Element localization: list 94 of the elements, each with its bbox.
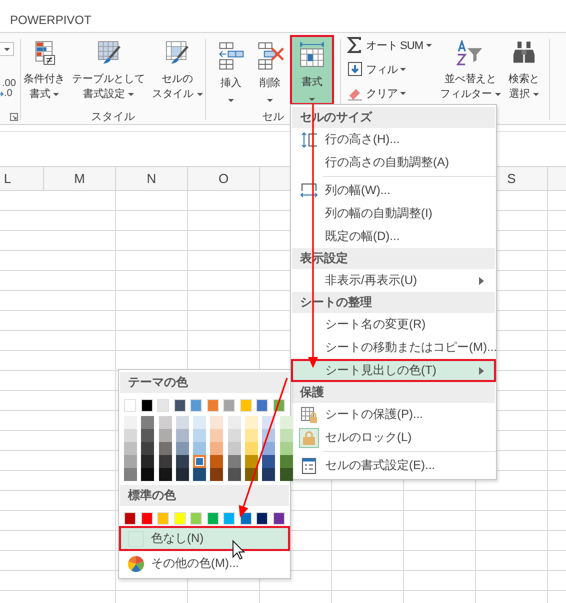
column-header[interactable]: L	[0, 167, 44, 190]
color-swatch[interactable]	[141, 468, 154, 481]
color-swatch[interactable]	[210, 455, 224, 468]
menu-item[interactable]: セルの書式設定(E)...	[291, 454, 496, 477]
color-swatch[interactable]	[210, 442, 224, 455]
sigma-icon	[346, 37, 363, 53]
color-swatch[interactable]	[245, 455, 258, 468]
menu-item[interactable]: シート見出しの色(T)	[291, 359, 496, 382]
dialog-launcher-icon[interactable]	[10, 113, 18, 121]
color-swatch[interactable]	[176, 416, 189, 429]
color-swatch[interactable]	[158, 442, 172, 455]
color-wheel-icon	[128, 556, 144, 572]
menu-section-header: 標準の色	[120, 485, 289, 506]
mouse-pointer-icon	[232, 540, 246, 560]
menu-item[interactable]: セルのロック(L)	[291, 426, 496, 449]
dropdown-field[interactable]	[0, 42, 14, 56]
color-swatch[interactable]	[245, 429, 258, 442]
ribbon-button[interactable]: オート SUM	[346, 35, 432, 55]
ribbon-button[interactable]: 書式	[290, 35, 334, 105]
ribbon-button[interactable]: クリア	[346, 83, 432, 103]
color-swatch[interactable]	[124, 429, 137, 442]
color-swatch[interactable]	[280, 416, 293, 429]
menu-item[interactable]: シート名の変更(R)	[291, 313, 496, 336]
color-swatch[interactable]	[228, 455, 241, 468]
decimal-label[interactable]: .00	[2, 79, 16, 89]
color-swatch[interactable]	[280, 468, 293, 481]
color-swatch[interactable]	[228, 429, 241, 442]
ribbon-button[interactable]: 検索と 選択	[505, 35, 543, 105]
color-swatch[interactable]	[158, 468, 172, 481]
color-swatch[interactable]	[124, 416, 137, 429]
decimal-label[interactable]: .0	[4, 89, 12, 99]
row-height-icon	[300, 132, 318, 148]
menu-section-header: テーマの色	[120, 372, 289, 393]
color-swatch[interactable]	[176, 468, 189, 481]
menu-item[interactable]: その他の色(M)...	[119, 551, 290, 576]
color-swatch[interactable]	[210, 416, 224, 429]
color-swatch[interactable]	[158, 416, 172, 429]
locked-sheet-icon	[300, 406, 318, 424]
column-header[interactable]: O	[188, 167, 260, 190]
fill-down-icon	[346, 61, 363, 77]
ribbon-button[interactable]: 削除	[251, 35, 289, 105]
menu-item[interactable]: 行の高さ(H)...	[291, 128, 496, 151]
color-swatch[interactable]	[193, 442, 206, 455]
ribbon-button[interactable]: フィル	[346, 59, 432, 79]
column-header[interactable]: N	[116, 167, 188, 190]
color-swatch[interactable]	[280, 429, 293, 442]
color-swatch[interactable]	[228, 416, 241, 429]
color-swatch[interactable]	[141, 442, 154, 455]
submenu-arrow-icon	[479, 366, 484, 374]
color-swatch[interactable]	[176, 442, 189, 455]
format-dialog-icon	[301, 456, 317, 474]
menu-section-header: 保護	[292, 382, 495, 403]
color-swatch[interactable]	[193, 416, 206, 429]
color-swatch[interactable]	[262, 468, 276, 481]
color-swatch[interactable]	[124, 455, 137, 468]
menu-item[interactable]: 色なし(N)	[119, 526, 290, 551]
color-swatch[interactable]	[245, 416, 258, 429]
color-swatch[interactable]	[141, 455, 154, 468]
menu-item[interactable]: シートの保護(P)...	[291, 403, 496, 426]
padlock-icon	[303, 430, 315, 444]
menu-item[interactable]: 列の幅の自動調整(I)	[291, 202, 496, 225]
color-swatch[interactable]	[124, 442, 137, 455]
color-swatch[interactable]	[228, 442, 241, 455]
menu-item[interactable]: 既定の幅(D)...	[291, 225, 496, 248]
ribbon-button[interactable]: 挿入	[212, 35, 250, 105]
group-label: スタイル	[91, 110, 135, 124]
color-swatch[interactable]	[262, 455, 276, 468]
color-swatch[interactable]	[210, 468, 224, 481]
ribbon-button[interactable]: セルの スタイル	[148, 35, 206, 105]
menu-item[interactable]: シートの移動またはコピー(M)...	[291, 336, 496, 359]
color-swatch[interactable]	[193, 429, 206, 442]
color-swatch[interactable]	[176, 429, 189, 442]
color-swatch[interactable]	[280, 442, 293, 455]
ribbon-tab[interactable]: POWERPIVOT	[10, 13, 92, 27]
column-width-icon	[300, 182, 318, 198]
submenu-arrow-icon	[479, 276, 484, 284]
color-swatch[interactable]	[158, 455, 172, 468]
column-header[interactable]: M	[44, 167, 116, 190]
lock-toggle[interactable]	[299, 428, 319, 448]
color-swatch[interactable]	[280, 455, 293, 468]
color-swatch[interactable]	[141, 416, 154, 429]
menu-item[interactable]: 非表示/再表示(U)	[291, 269, 496, 292]
color-swatch[interactable]	[193, 455, 206, 468]
color-swatch[interactable]	[193, 468, 206, 481]
ribbon-button[interactable]: テーブルとして 書式設定	[69, 35, 148, 105]
color-swatch[interactable]	[228, 468, 241, 481]
color-swatch[interactable]	[141, 429, 154, 442]
color-swatch[interactable]	[245, 442, 258, 455]
color-swatch[interactable]	[158, 429, 172, 442]
ribbon-button[interactable]: 条件付き 書式	[20, 35, 68, 105]
color-swatch[interactable]	[210, 429, 224, 442]
group-label: セル	[262, 110, 284, 124]
color-swatch[interactable]	[124, 468, 137, 481]
color-swatch[interactable]	[176, 455, 189, 468]
